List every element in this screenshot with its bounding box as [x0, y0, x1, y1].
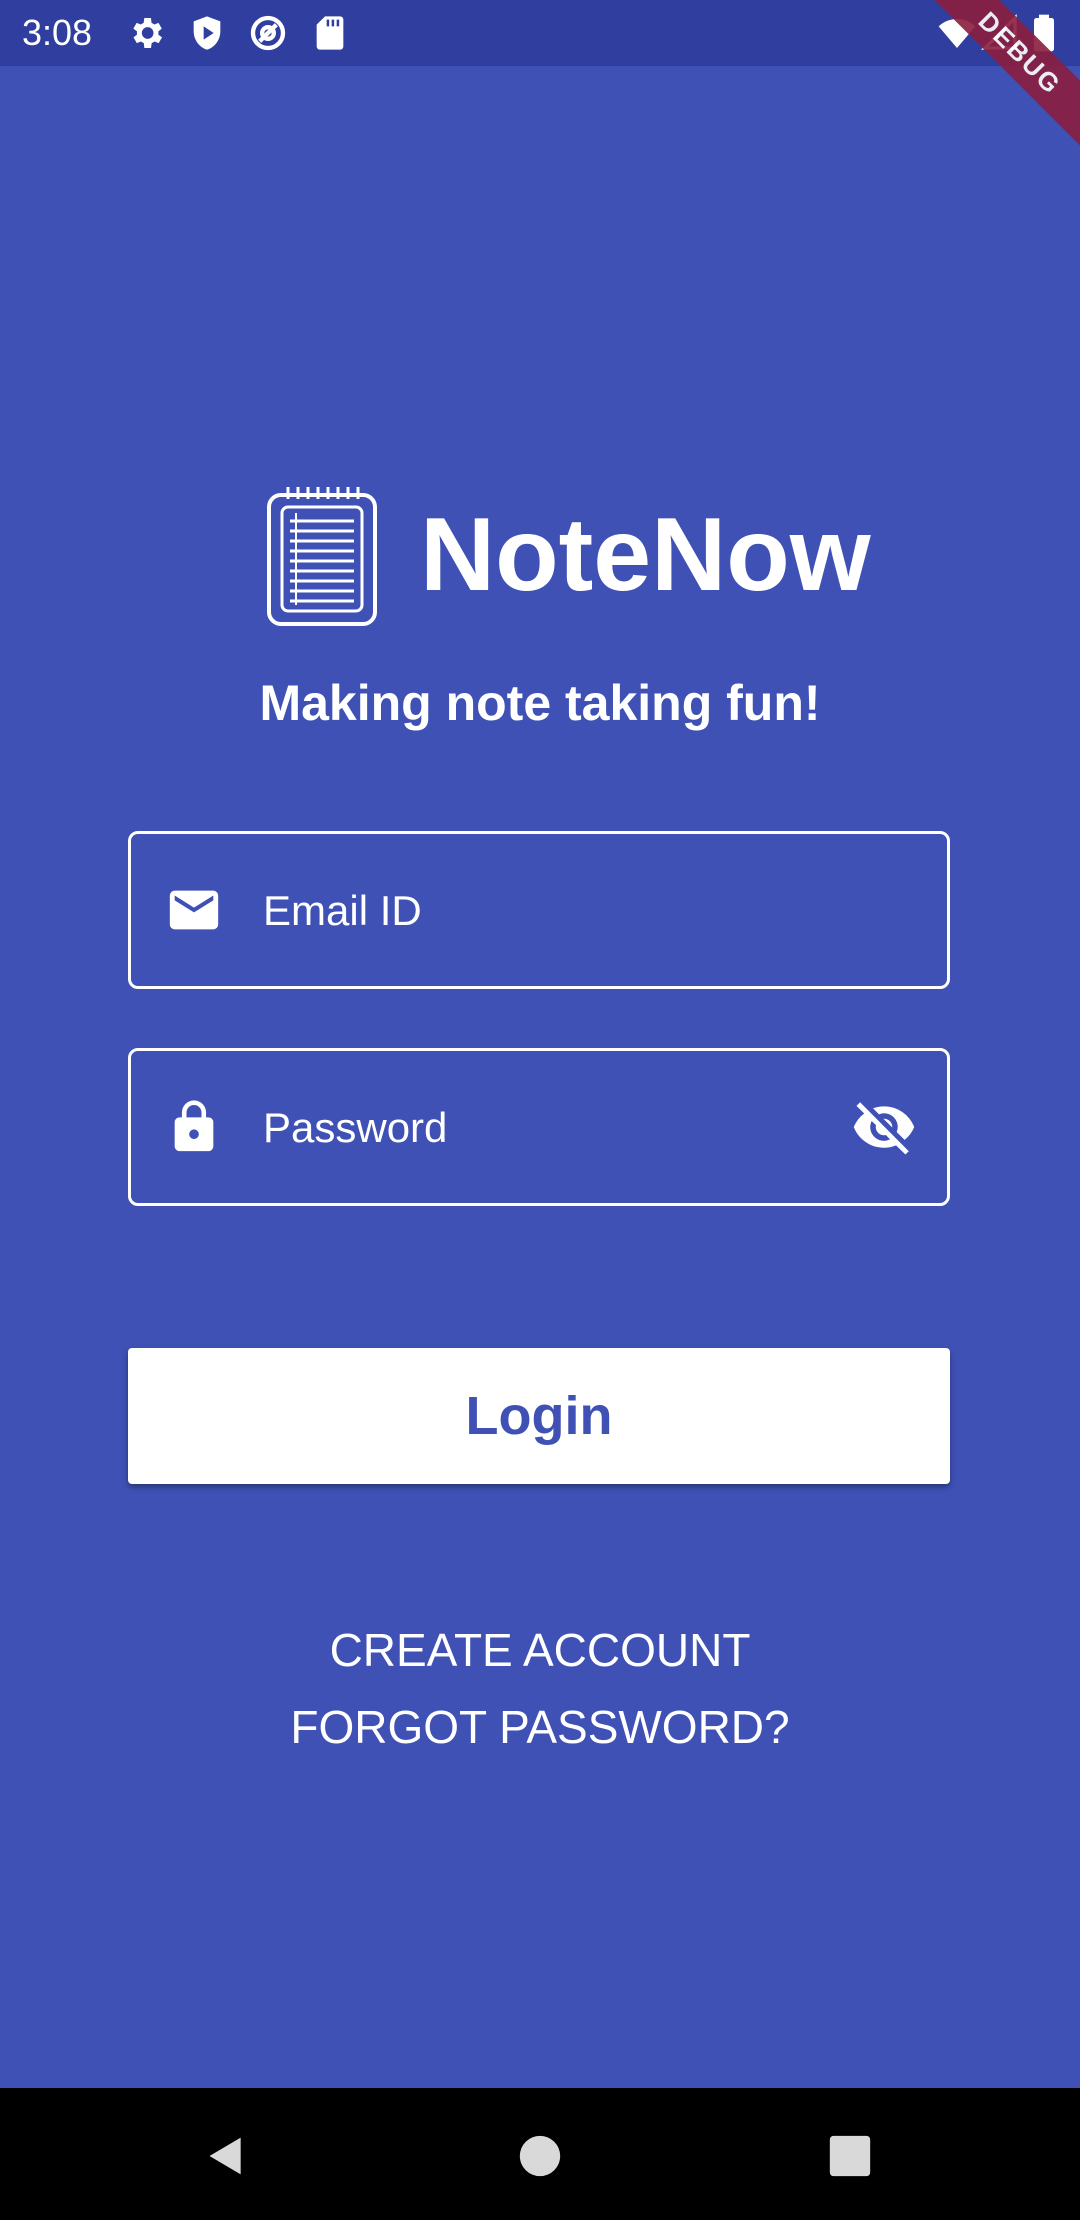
- gear-icon: [133, 18, 162, 48]
- password-input[interactable]: [261, 1051, 825, 1205]
- shield-play-icon: [193, 16, 221, 50]
- status-time: 3:08: [22, 12, 93, 53]
- lock-icon: [174, 1100, 214, 1152]
- back-icon[interactable]: [204, 2134, 248, 2178]
- login-screen: 3:08 DEBUG NoteNow Making note taking fu…: [0, 0, 1080, 2220]
- status-bar: 3:08 DEBUG: [0, 0, 1080, 162]
- mail-icon: [169, 890, 219, 930]
- email-input[interactable]: [261, 834, 825, 988]
- navigation-bar: [0, 2088, 1080, 2220]
- email-field[interactable]: [128, 831, 950, 989]
- eye-off-icon[interactable]: [851, 1094, 917, 1160]
- create-account-link[interactable]: CREATE ACCOUNT: [0, 1620, 1080, 1680]
- login-button[interactable]: Login: [128, 1348, 950, 1484]
- forgot-password-link[interactable]: FORGOT PASSWORD?: [0, 1697, 1080, 1757]
- recents-icon[interactable]: [828, 2134, 872, 2178]
- sd-card-icon: [316, 16, 344, 50]
- home-icon[interactable]: [518, 2134, 562, 2178]
- app-header: NoteNow: [0, 485, 1080, 630]
- password-field[interactable]: [128, 1048, 950, 1206]
- notepad-icon: [267, 487, 377, 626]
- app-title: NoteNow: [420, 497, 871, 613]
- at-sign-icon: [250, 15, 286, 51]
- app-tagline: Making note taking fun!: [259, 675, 821, 731]
